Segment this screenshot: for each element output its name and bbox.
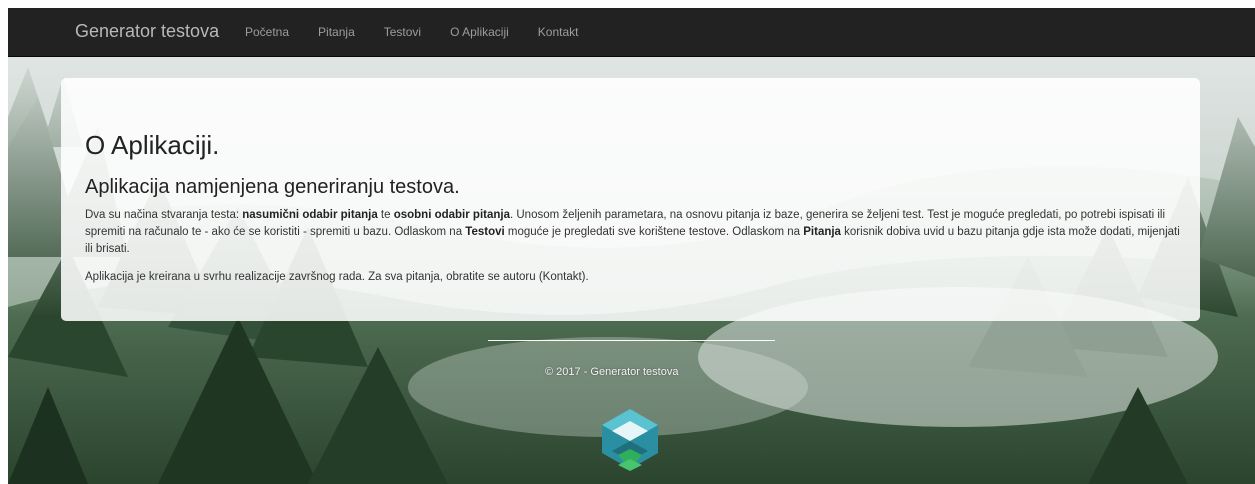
nav-links: Početna Pitanja Testovi O Aplikaciji Kon… xyxy=(245,25,608,39)
footer-divider xyxy=(488,340,775,341)
description-bold: nasumični odabir pitanja xyxy=(242,209,378,221)
brand-link[interactable]: Generator testova xyxy=(75,21,219,42)
nav-item-pitanja[interactable]: Pitanja xyxy=(318,25,355,39)
page: Generator testova Početna Pitanja Testov… xyxy=(8,8,1255,484)
nav-item-pocetna[interactable]: Početna xyxy=(245,25,289,39)
page-title: O Aplikaciji. xyxy=(85,130,220,160)
description-paragraph: Dva su načina stvaranja testa: nasumični… xyxy=(85,207,1180,258)
page-subtitle: Aplikacija namjenjena generiranju testov… xyxy=(85,176,460,198)
footer-logo-icon xyxy=(598,407,662,473)
description-text: moguće je pregledati sve korištene testo… xyxy=(504,226,804,238)
description-bold: Pitanja xyxy=(803,226,841,238)
description-bold: Testovi xyxy=(465,226,505,238)
content-panel: O Aplikaciji. Aplikacija namjenjena gene… xyxy=(61,78,1200,321)
description-text: te xyxy=(377,209,394,221)
description-bold: osobni odabir pitanja xyxy=(393,209,510,221)
footer-copyright: © 2017 - Generator testova xyxy=(545,366,679,378)
navbar: Generator testova Početna Pitanja Testov… xyxy=(8,8,1255,57)
nav-item-testovi[interactable]: Testovi xyxy=(384,25,421,39)
nav-item-o-aplikaciji[interactable]: O Aplikaciji xyxy=(450,25,509,39)
description-text: Dva su načina stvaranja testa: xyxy=(85,209,243,221)
author-note: Aplikacija je kreirana u svrhu realizaci… xyxy=(85,271,589,283)
nav-item-kontakt[interactable]: Kontakt xyxy=(538,25,579,39)
